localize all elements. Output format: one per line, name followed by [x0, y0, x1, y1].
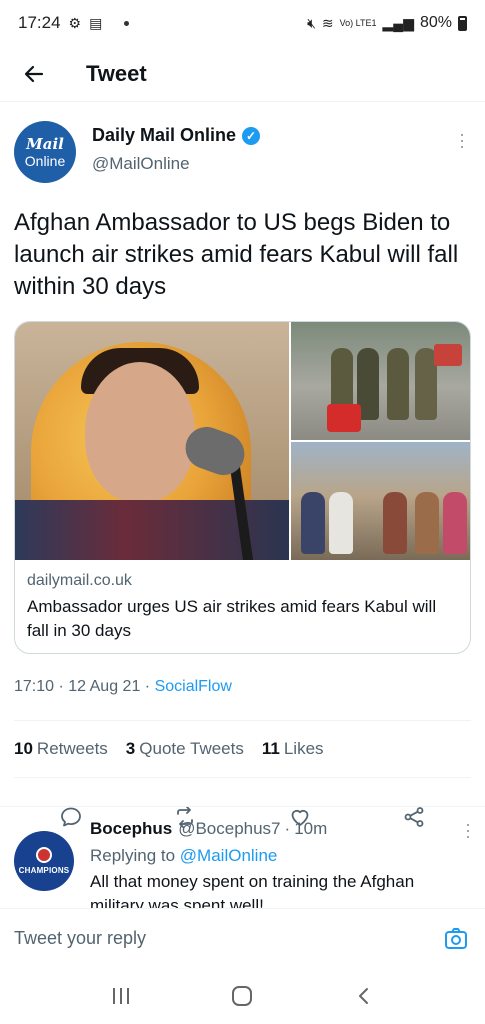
page-title: Tweet [86, 60, 147, 86]
card-title: Ambassador urges US air strikes amid fea… [27, 597, 437, 640]
author-handle[interactable]: @MailOnline [92, 154, 260, 174]
main-tweet: Mail Online Daily Mail Online ✓ @MailOnl… [0, 103, 485, 856]
tweet-text: Afghan Ambassador to US begs Biden to la… [14, 209, 459, 300]
chevron-left-icon [359, 988, 369, 1004]
camera-icon [445, 927, 467, 949]
quotes-label: Quote Tweets [139, 739, 244, 758]
avatar-text: CHAMPIONS [18, 866, 70, 875]
author-name-text: Daily Mail Online [92, 125, 237, 145]
signal-icon: ▂▄▆ [382, 15, 414, 31]
settings-gear-icon: ⚙ [68, 15, 82, 31]
tweet-time: 17:10 [14, 678, 55, 695]
avatar[interactable]: CHAMPIONS [14, 831, 74, 891]
retweets-count: 10 [14, 739, 33, 758]
verified-badge-icon: ✓ [242, 126, 261, 145]
quotes-count: 3 [125, 739, 136, 758]
reply-composer [0, 908, 485, 968]
avatar-line1: Mail [26, 134, 64, 153]
system-nav-bar [0, 968, 485, 1024]
retweets-stat[interactable]: 10 Retweets [14, 739, 108, 759]
quotes-stat[interactable]: 3 Quote Tweets [126, 739, 244, 759]
tweet-meta: 17:10 · 12 Aug 21 · SocialFlow [14, 678, 232, 696]
likes-stat[interactable]: 11 Likes [262, 739, 324, 759]
system-back-button[interactable] [344, 976, 384, 1016]
app-header: Tweet [0, 46, 485, 102]
link-card[interactable]: dailymail.co.uk Ambassador urges US air … [14, 321, 471, 654]
card-image-soldiers [290, 322, 470, 440]
likes-count: 11 [261, 739, 280, 758]
reply-author-handle[interactable]: @Bocephus7 [178, 819, 280, 839]
reply-tweet[interactable]: CHAMPIONS Bocephus @Bocephus7 · 10m Repl… [0, 806, 485, 908]
status-bar: 17:24 ⚙ ▤ 🔇︎ ≋ Vo) LTE1 ▂▄▆ 80% [0, 0, 485, 46]
home-circle-icon [232, 986, 253, 1006]
reply-age: 10m [294, 819, 328, 838]
back-button[interactable] [16, 56, 52, 92]
likes-label: Likes [283, 739, 324, 758]
avatar[interactable]: Mail Online [14, 121, 76, 183]
battery-percent: 80% [419, 14, 452, 31]
tweet-date: 12 Aug 21 [68, 678, 141, 695]
author-name[interactable]: Daily Mail Online ✓ [92, 125, 261, 146]
replying-to: Replying to @MailOnline [90, 846, 471, 866]
tweet-source-link[interactable]: SocialFlow [155, 678, 232, 696]
card-image-ambassador [15, 322, 289, 560]
reply-input[interactable] [14, 928, 441, 949]
card-domain: dailymail.co.uk [27, 572, 132, 589]
card-media [15, 322, 470, 560]
more-options-icon[interactable]: · · · [463, 815, 473, 845]
network-label: Vo) LTE1 [339, 17, 377, 28]
mute-icon: 🔇︎ [307, 15, 316, 31]
battery-icon [458, 15, 467, 31]
arrow-left-icon [24, 65, 44, 82]
cubs-logo-icon [36, 847, 52, 863]
recent-apps-button[interactable] [101, 976, 141, 1016]
replying-label: Replying to [90, 846, 176, 865]
retweets-label: Retweets [36, 739, 108, 758]
camera-button[interactable] [441, 924, 471, 954]
card-image-street [290, 442, 470, 560]
reply-author-name[interactable]: Bocephus [90, 819, 172, 839]
more-options-icon[interactable]: · · · [457, 125, 467, 155]
reply-mention-link[interactable]: @MailOnline [180, 846, 278, 865]
notification-dot-icon [124, 20, 130, 26]
reply-text: All that money spent on training the Afg… [90, 872, 415, 908]
tweet-author-row: Mail Online Daily Mail Online ✓ @MailOnl… [14, 121, 471, 183]
wifi-icon: ≋ [321, 15, 334, 31]
status-time: 17:24 [18, 13, 61, 32]
recent-apps-icon [112, 988, 129, 1004]
tweet-stats: 10 Retweets 3 Quote Tweets 11 Likes [14, 721, 471, 777]
news-icon: ▤ [89, 15, 103, 31]
home-button[interactable] [222, 976, 262, 1016]
avatar-line2: Online [24, 152, 66, 169]
